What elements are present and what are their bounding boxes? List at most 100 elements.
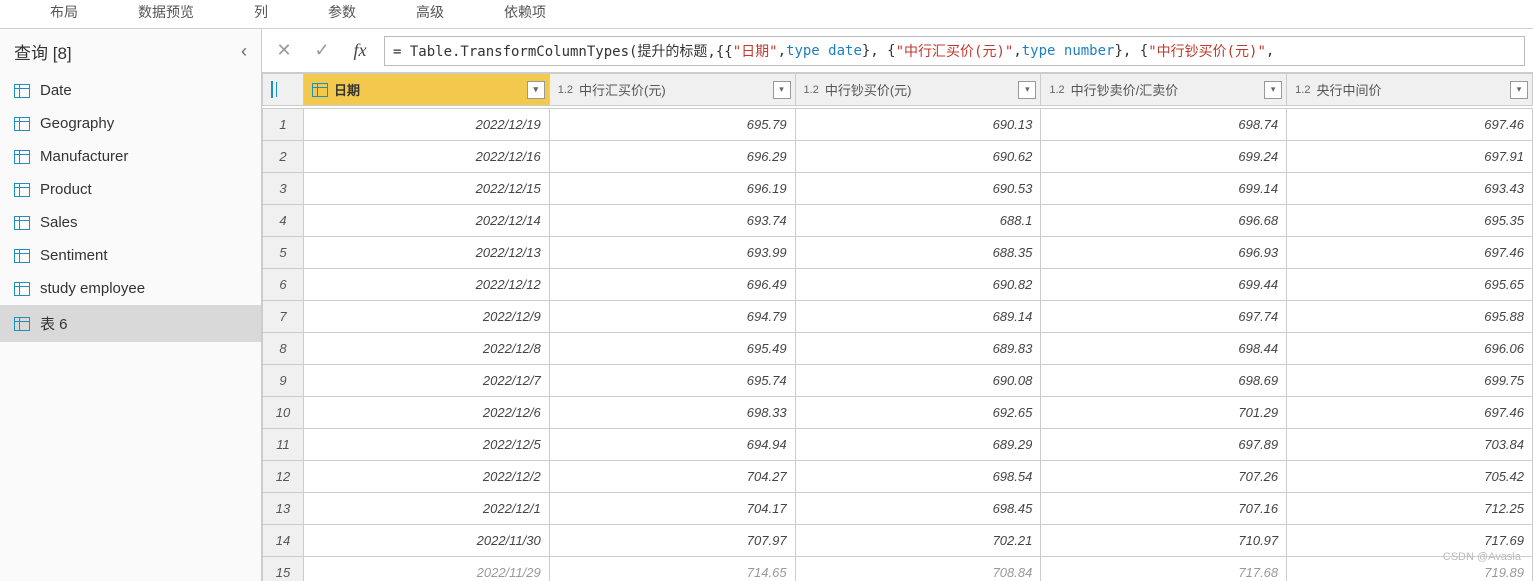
ribbon-tab[interactable]: 数据预览 bbox=[138, 0, 194, 24]
cell[interactable]: 714.65 bbox=[549, 557, 795, 581]
cell[interactable]: 2022/11/30 bbox=[303, 525, 549, 557]
table-row[interactable]: 22022/12/16696.29690.62699.24697.91 bbox=[263, 141, 1533, 173]
ribbon-tab[interactable]: 布局 bbox=[50, 0, 78, 24]
cell[interactable]: 704.17 bbox=[549, 493, 795, 525]
cell[interactable]: 2022/12/7 bbox=[303, 365, 549, 397]
query-item-study-employee[interactable]: study employee bbox=[0, 272, 261, 305]
row-number[interactable]: 4 bbox=[263, 205, 304, 237]
cell[interactable]: 695.88 bbox=[1287, 301, 1533, 333]
ribbon-tab[interactable]: 列 bbox=[254, 0, 268, 24]
ribbon-tab[interactable]: 高级 bbox=[416, 0, 444, 24]
cell[interactable]: 697.46 bbox=[1287, 237, 1533, 269]
cell[interactable]: 695.79 bbox=[549, 109, 795, 141]
cell[interactable]: 699.44 bbox=[1041, 269, 1287, 301]
cell[interactable]: 699.75 bbox=[1287, 365, 1533, 397]
cell[interactable]: 698.33 bbox=[549, 397, 795, 429]
cell[interactable]: 692.65 bbox=[795, 397, 1041, 429]
column-header-mid[interactable]: 1.2央行中间价 ▾ bbox=[1287, 74, 1533, 106]
cell[interactable]: 2022/12/14 bbox=[303, 205, 549, 237]
cell[interactable]: 695.65 bbox=[1287, 269, 1533, 301]
cell[interactable]: 697.91 bbox=[1287, 141, 1533, 173]
cell[interactable]: 695.35 bbox=[1287, 205, 1533, 237]
cell[interactable]: 690.53 bbox=[795, 173, 1041, 205]
row-number[interactable]: 1 bbox=[263, 109, 304, 141]
row-number[interactable]: 12 bbox=[263, 461, 304, 493]
accept-formula-icon[interactable]: ✓ bbox=[308, 37, 336, 65]
cell[interactable]: 695.49 bbox=[549, 333, 795, 365]
cell[interactable]: 696.06 bbox=[1287, 333, 1533, 365]
table-row[interactable]: 152022/11/29714.65708.84717.68719.89 bbox=[263, 557, 1533, 581]
cell[interactable]: 2022/12/12 bbox=[303, 269, 549, 301]
cell[interactable]: 2022/12/5 bbox=[303, 429, 549, 461]
query-item-table6[interactable]: 表 6 bbox=[0, 305, 261, 342]
row-number[interactable]: 3 bbox=[263, 173, 304, 205]
cell[interactable]: 707.26 bbox=[1041, 461, 1287, 493]
cell[interactable]: 2022/11/29 bbox=[303, 557, 549, 581]
query-item-date[interactable]: Date bbox=[0, 74, 261, 107]
cell[interactable]: 2022/12/1 bbox=[303, 493, 549, 525]
cell[interactable]: 693.74 bbox=[549, 205, 795, 237]
cell[interactable]: 698.69 bbox=[1041, 365, 1287, 397]
table-row[interactable]: 82022/12/8695.49689.83698.44696.06 bbox=[263, 333, 1533, 365]
cell[interactable]: 696.29 bbox=[549, 141, 795, 173]
table-row[interactable]: 12022/12/19695.79690.13698.74697.46 bbox=[263, 109, 1533, 141]
cell[interactable]: 712.25 bbox=[1287, 493, 1533, 525]
table-row[interactable]: 132022/12/1704.17698.45707.16712.25 bbox=[263, 493, 1533, 525]
column-header-sell[interactable]: 1.2中行钞卖价/汇卖价 ▾ bbox=[1041, 74, 1287, 106]
cell[interactable]: 698.44 bbox=[1041, 333, 1287, 365]
cell[interactable]: 690.62 bbox=[795, 141, 1041, 173]
cell[interactable]: 690.82 bbox=[795, 269, 1041, 301]
cell[interactable]: 697.46 bbox=[1287, 109, 1533, 141]
filter-dropdown-icon[interactable]: ▾ bbox=[1510, 81, 1528, 99]
cell[interactable]: 717.68 bbox=[1041, 557, 1287, 581]
row-number[interactable]: 15 bbox=[263, 557, 304, 581]
cell[interactable]: 693.43 bbox=[1287, 173, 1533, 205]
row-number[interactable]: 8 bbox=[263, 333, 304, 365]
cell[interactable]: 696.49 bbox=[549, 269, 795, 301]
row-number[interactable]: 7 bbox=[263, 301, 304, 333]
query-item-product[interactable]: Product bbox=[0, 173, 261, 206]
collapse-sidebar-icon[interactable]: ‹ bbox=[241, 41, 247, 62]
cell[interactable]: 696.68 bbox=[1041, 205, 1287, 237]
cell[interactable]: 688.1 bbox=[795, 205, 1041, 237]
cell[interactable]: 2022/12/16 bbox=[303, 141, 549, 173]
cell[interactable]: 701.29 bbox=[1041, 397, 1287, 429]
cell[interactable]: 696.93 bbox=[1041, 237, 1287, 269]
row-number[interactable]: 11 bbox=[263, 429, 304, 461]
formula-input[interactable]: = Table.TransformColumnTypes(提升的标题,{{ "日… bbox=[384, 36, 1525, 66]
cell[interactable]: 697.46 bbox=[1287, 397, 1533, 429]
table-row[interactable]: 62022/12/12696.49690.82699.44695.65 bbox=[263, 269, 1533, 301]
column-header-cashbuy[interactable]: 1.2中行钞买价(元) ▾ bbox=[795, 74, 1041, 106]
row-number[interactable]: 10 bbox=[263, 397, 304, 429]
cell[interactable]: 699.24 bbox=[1041, 141, 1287, 173]
cell[interactable]: 689.29 bbox=[795, 429, 1041, 461]
cell[interactable]: 697.74 bbox=[1041, 301, 1287, 333]
table-row[interactable]: 42022/12/14693.74688.1696.68695.35 bbox=[263, 205, 1533, 237]
cell[interactable]: 2022/12/2 bbox=[303, 461, 549, 493]
row-number[interactable]: 2 bbox=[263, 141, 304, 173]
fx-icon[interactable]: fx bbox=[346, 37, 374, 65]
table-row[interactable]: 142022/11/30707.97702.21710.97717.69 bbox=[263, 525, 1533, 557]
table-row[interactable]: 52022/12/13693.99688.35696.93697.46 bbox=[263, 237, 1533, 269]
row-number[interactable]: 13 bbox=[263, 493, 304, 525]
grid-corner[interactable] bbox=[263, 74, 304, 106]
cell[interactable]: 702.21 bbox=[795, 525, 1041, 557]
row-number[interactable]: 14 bbox=[263, 525, 304, 557]
cell[interactable]: 2022/12/19 bbox=[303, 109, 549, 141]
column-header-buy[interactable]: 1.2中行汇买价(元) ▾ bbox=[549, 74, 795, 106]
cell[interactable]: 707.16 bbox=[1041, 493, 1287, 525]
cell[interactable]: 2022/12/6 bbox=[303, 397, 549, 429]
filter-dropdown-icon[interactable]: ▾ bbox=[773, 81, 791, 99]
filter-dropdown-icon[interactable]: ▾ bbox=[1018, 81, 1036, 99]
cell[interactable]: 689.83 bbox=[795, 333, 1041, 365]
cell[interactable]: 705.42 bbox=[1287, 461, 1533, 493]
cell[interactable]: 698.74 bbox=[1041, 109, 1287, 141]
table-row[interactable]: 102022/12/6698.33692.65701.29697.46 bbox=[263, 397, 1533, 429]
cell[interactable]: 698.54 bbox=[795, 461, 1041, 493]
filter-dropdown-icon[interactable]: ▾ bbox=[1264, 81, 1282, 99]
query-item-sales[interactable]: Sales bbox=[0, 206, 261, 239]
column-header-date[interactable]: 日期 ▾ bbox=[303, 74, 549, 106]
cell[interactable]: 688.35 bbox=[795, 237, 1041, 269]
filter-dropdown-icon[interactable]: ▾ bbox=[527, 81, 545, 99]
table-row[interactable]: 122022/12/2704.27698.54707.26705.42 bbox=[263, 461, 1533, 493]
